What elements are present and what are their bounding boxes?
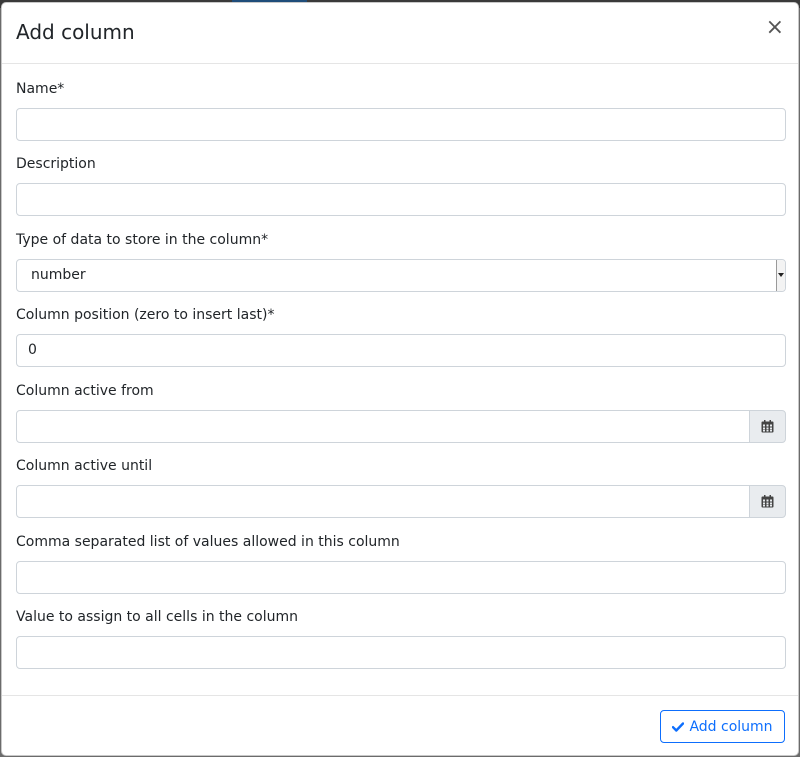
description-input[interactable] [16, 183, 786, 216]
check-icon [672, 721, 685, 732]
allowed-values-input[interactable] [16, 561, 786, 594]
allowed-values-label: Comma separated list of values allowed i… [16, 534, 400, 550]
modal-header: Add column × [2, 3, 798, 64]
close-icon[interactable]: × [766, 15, 784, 41]
data-type-selected-value: number [31, 267, 86, 283]
position-input[interactable]: 0 [16, 334, 786, 367]
data-type-select[interactable]: number [16, 259, 786, 292]
active-from-input[interactable] [16, 410, 750, 443]
add-column-button[interactable]: Add column [660, 710, 785, 743]
calendar-icon [761, 495, 774, 508]
add-column-modal: Add column × Name* Description Type of d… [1, 2, 799, 756]
name-input[interactable] [16, 108, 786, 141]
calendar-icon [761, 420, 774, 433]
description-label: Description [16, 156, 96, 172]
active-from-calendar-button[interactable] [749, 410, 786, 443]
active-until-label: Column active until [16, 458, 153, 474]
initial-value-input[interactable] [16, 636, 786, 669]
data-type-label: Type of data to store in the column* [16, 232, 269, 248]
position-label: Column position (zero to insert last)* [16, 307, 275, 323]
add-column-button-label: Add column [689, 718, 773, 735]
active-until-calendar-button[interactable] [749, 485, 786, 518]
active-from-label: Column active from [16, 383, 154, 399]
name-label: Name* [16, 81, 65, 97]
modal-title: Add column [16, 20, 135, 44]
modal-footer: Add column [2, 695, 798, 756]
active-until-input[interactable] [16, 485, 750, 518]
chevron-down-icon[interactable] [776, 260, 785, 291]
initial-value-label: Value to assign to all cells in the colu… [16, 609, 298, 625]
